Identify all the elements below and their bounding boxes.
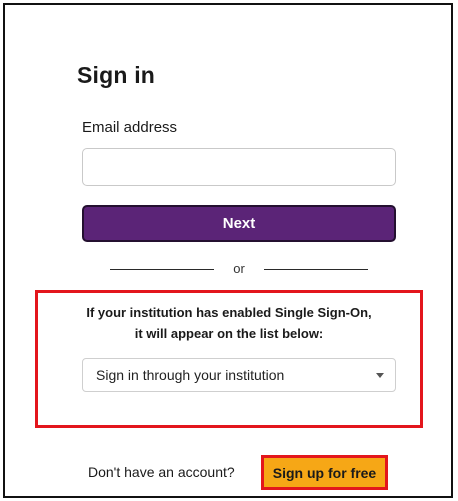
institution-select[interactable]: Sign in through your institution <box>82 358 396 392</box>
signup-prompt: Don't have an account? <box>88 464 235 480</box>
divider-line-right <box>264 269 368 270</box>
next-button[interactable]: Next <box>82 205 396 242</box>
divider-or-text: or <box>233 261 245 276</box>
page-title: Sign in <box>77 62 156 88</box>
email-label: Email address <box>82 119 178 136</box>
sso-description: If your institution has enabled Single S… <box>40 302 418 344</box>
institution-select-value: Sign in through your institution <box>96 367 285 383</box>
email-field[interactable] <box>82 148 396 186</box>
caret-down-icon <box>376 373 384 378</box>
sso-description-line2: it will appear on the list below: <box>134 326 324 341</box>
divider-line-left <box>110 269 214 270</box>
sso-description-line1: If your institution has enabled Single S… <box>86 305 372 320</box>
signup-button[interactable]: Sign up for free <box>261 455 388 490</box>
